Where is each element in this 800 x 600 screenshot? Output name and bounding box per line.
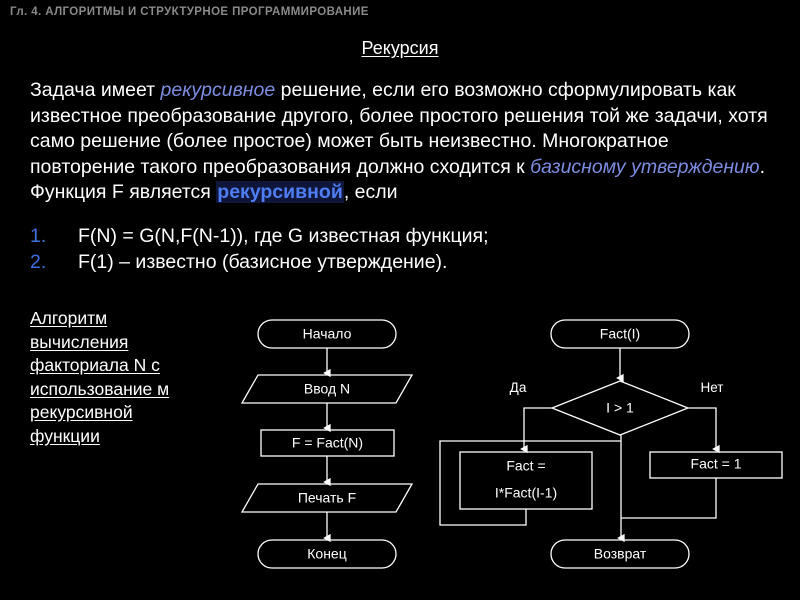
flowchart-right: Fact(I) I > 1 Да Нет Fact = I*Fact(I-1) … bbox=[439, 319, 783, 569]
node-output: Печать F bbox=[240, 483, 414, 513]
node-end-label: Конец bbox=[307, 546, 346, 562]
node-input: Ввод N bbox=[240, 374, 414, 404]
node-base-case: Fact = 1 bbox=[649, 451, 783, 479]
node-recursive-call: Fact = I*Fact(I-1) bbox=[459, 451, 593, 510]
node-recursive-call-line2: I*Fact(I-1) bbox=[495, 485, 557, 501]
node-exit: Возврат bbox=[550, 539, 690, 569]
connector-no-branch bbox=[688, 407, 720, 454]
connector-yes-branch bbox=[520, 407, 552, 454]
connector-no-merge bbox=[621, 478, 717, 519]
node-input-label: Ввод N bbox=[304, 381, 350, 397]
node-base-case-label: Fact = 1 bbox=[691, 456, 742, 472]
node-decision: I > 1 bbox=[550, 380, 690, 436]
node-process: F = Fact(N) bbox=[260, 429, 395, 457]
node-output-label: Печать F bbox=[298, 490, 356, 506]
node-exit-label: Возврат bbox=[594, 546, 647, 562]
node-start-label: Начало bbox=[303, 326, 352, 342]
flowchart-left: Начало Ввод N F = Fact(N) Печать F Конец bbox=[240, 319, 414, 569]
node-decision-label: I > 1 bbox=[606, 400, 634, 416]
flowchart-layer: Начало Ввод N F = Fact(N) Печать F Конец bbox=[240, 319, 783, 569]
branch-label-no: Нет bbox=[701, 380, 724, 395]
branch-label-yes: Да bbox=[510, 380, 527, 395]
node-entry-label: Fact(I) bbox=[600, 326, 640, 342]
node-end: Конец bbox=[257, 539, 397, 569]
connector-yes-merge bbox=[439, 440, 621, 526]
node-start: Начало bbox=[257, 319, 397, 349]
node-entry: Fact(I) bbox=[550, 319, 690, 349]
node-recursive-call-line1: Fact = bbox=[506, 458, 545, 474]
node-process-label: F = Fact(N) bbox=[292, 435, 363, 451]
